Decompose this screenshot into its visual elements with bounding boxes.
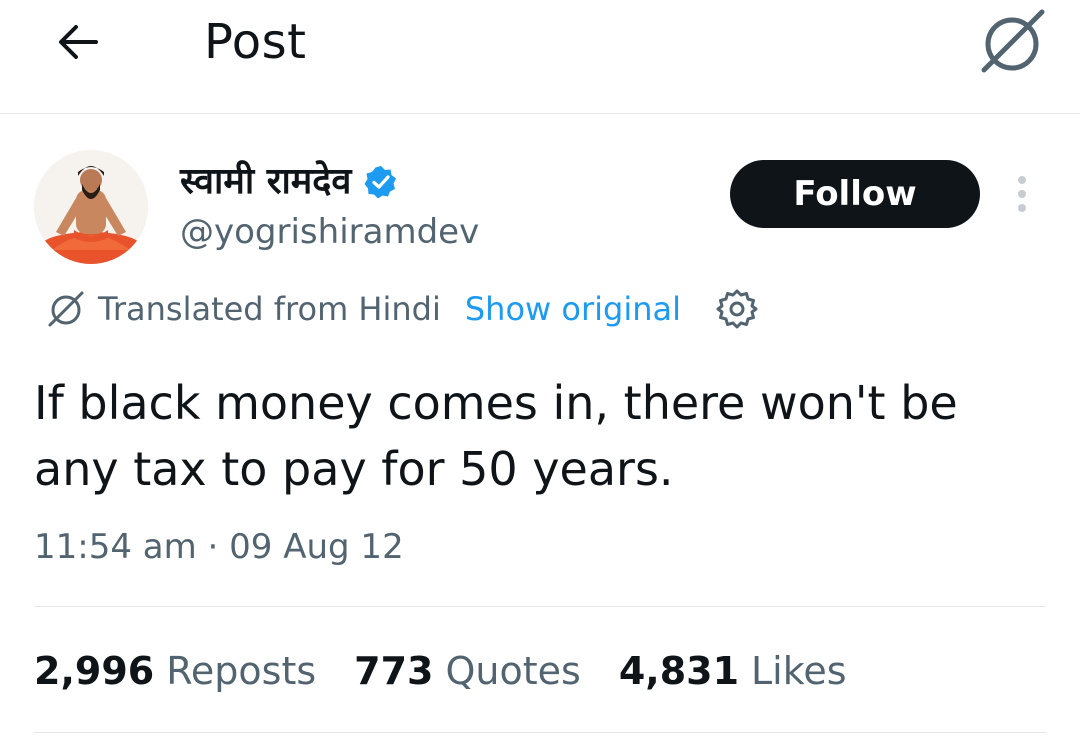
- more-dot-icon: [1018, 176, 1026, 184]
- avatar[interactable]: [34, 150, 148, 264]
- post-text: If black money comes in, there won't be …: [34, 376, 958, 496]
- follow-button[interactable]: Follow: [730, 160, 980, 228]
- quotes-count: 773: [354, 649, 434, 693]
- quotes-stat[interactable]: 773 Quotes: [354, 646, 581, 696]
- divider: [34, 606, 1046, 607]
- avatar-image: [34, 150, 148, 264]
- show-original-link[interactable]: Show original: [465, 290, 681, 328]
- translate-icon: [981, 9, 1045, 73]
- likes-label: Likes: [751, 649, 847, 693]
- author-display-name[interactable]: स्वामी रामदेव: [180, 160, 351, 204]
- translated-from-label: Translated from Hindi: [98, 290, 441, 328]
- likes-stat[interactable]: 4,831 Likes: [619, 646, 847, 696]
- top-bar: Post: [0, 0, 1080, 114]
- translation-bar: Translated from Hindi Show original: [46, 284, 759, 334]
- verified-badge-icon: [364, 166, 397, 199]
- reposts-stat[interactable]: 2,996 Reposts: [34, 646, 316, 696]
- gear-icon[interactable]: [715, 287, 759, 331]
- translate-button[interactable]: [976, 6, 1048, 78]
- page-title: Post: [204, 14, 307, 70]
- divider: [34, 732, 1046, 733]
- more-dot-icon: [1018, 190, 1026, 198]
- translate-small-icon: [48, 291, 84, 327]
- post-stats: 2,996 Reposts 773 Quotes 4,831 Likes: [34, 646, 885, 696]
- author-name-row[interactable]: स्वामी रामदेव: [180, 158, 399, 206]
- more-dot-icon: [1018, 204, 1026, 212]
- more-options-button[interactable]: [1002, 172, 1042, 216]
- arrow-left-icon: [59, 25, 98, 59]
- quotes-label: Quotes: [445, 649, 581, 693]
- reposts-label: Reposts: [166, 649, 317, 693]
- likes-count: 4,831: [618, 649, 740, 693]
- author-handle[interactable]: @yogrishiramdev: [180, 210, 479, 254]
- reposts-count: 2,996: [34, 649, 155, 693]
- back-button[interactable]: [50, 14, 106, 70]
- post-timestamp[interactable]: 11:54 am · 09 Aug 12: [34, 524, 404, 570]
